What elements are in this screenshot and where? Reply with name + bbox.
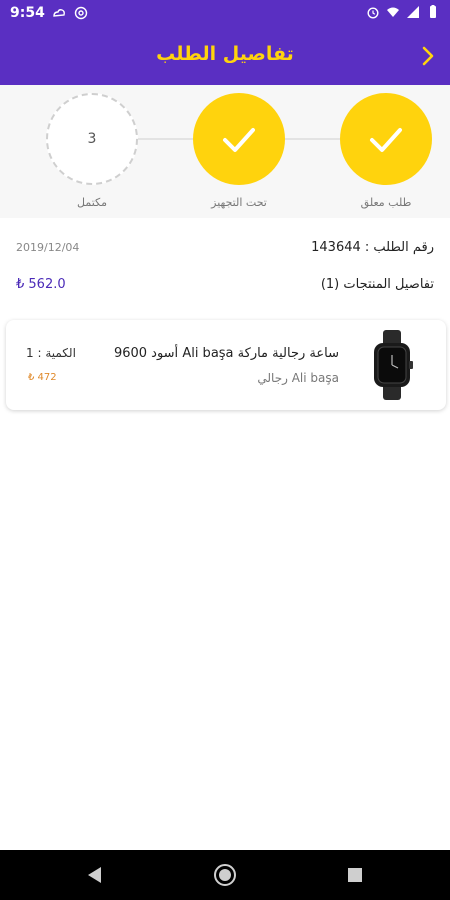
step-label: تحت التجهيز	[211, 196, 267, 209]
cellular-icon	[406, 5, 420, 19]
nav-back-button[interactable]	[83, 863, 107, 887]
products-summary-row: تفاصيل المنتجات (1) ₺ 562.0	[16, 277, 434, 297]
order-status-tracker: طلب معلق تحت التجهيز 3 مكتمل	[0, 85, 450, 218]
product-brand: Ali başa رجالي	[257, 371, 339, 385]
step-number: 3	[87, 131, 97, 147]
checkmark-icon	[370, 128, 402, 152]
order-number: رقم الطلب : 143644	[311, 240, 434, 255]
wifi-icon	[386, 5, 400, 19]
nav-home-button[interactable]	[213, 863, 237, 887]
step-label: مكتمل	[77, 196, 107, 209]
step-connector	[138, 138, 193, 140]
recents-square-icon	[348, 868, 362, 882]
signal-cloud-icon	[52, 6, 66, 20]
system-nav-bar	[0, 850, 450, 900]
step-connector	[284, 138, 340, 140]
order-total: ₺ 562.0	[16, 277, 66, 292]
app-header: تفاصيل الطلب	[0, 28, 450, 85]
back-button[interactable]	[414, 42, 442, 70]
at-sign-icon	[74, 6, 88, 20]
status-time: 9:54	[10, 5, 45, 21]
step-label: طلب معلق	[360, 196, 412, 209]
product-name: ساعة رجالية ماركة Ali başa أسود 9600	[113, 346, 339, 361]
step-pending-order-circle	[340, 93, 432, 185]
status-bar: 9:54	[0, 0, 450, 28]
back-triangle-icon	[88, 867, 101, 883]
page-title: تفاصيل الطلب	[156, 43, 294, 65]
alarm-icon	[366, 5, 380, 19]
step-completed-circle: 3	[46, 93, 138, 185]
battery-icon	[426, 5, 440, 19]
home-circle-icon	[214, 864, 236, 886]
product-quantity: الكمية : 1	[26, 346, 76, 360]
product-price: ₺ 472	[28, 372, 57, 383]
order-date: 2019/12/04	[16, 241, 80, 254]
chevron-right-icon	[422, 46, 434, 66]
checkmark-icon	[223, 128, 255, 152]
wristwatch-icon	[370, 330, 414, 400]
products-title: تفاصيل المنتجات (1)	[320, 277, 434, 292]
nav-recents-button[interactable]	[343, 863, 367, 887]
product-card[interactable]: ساعة رجالية ماركة Ali başa أسود 9600 Ali…	[6, 320, 446, 410]
step-preparing-circle	[193, 93, 285, 185]
order-meta-row: رقم الطلب : 143644 2019/12/04	[16, 240, 434, 260]
